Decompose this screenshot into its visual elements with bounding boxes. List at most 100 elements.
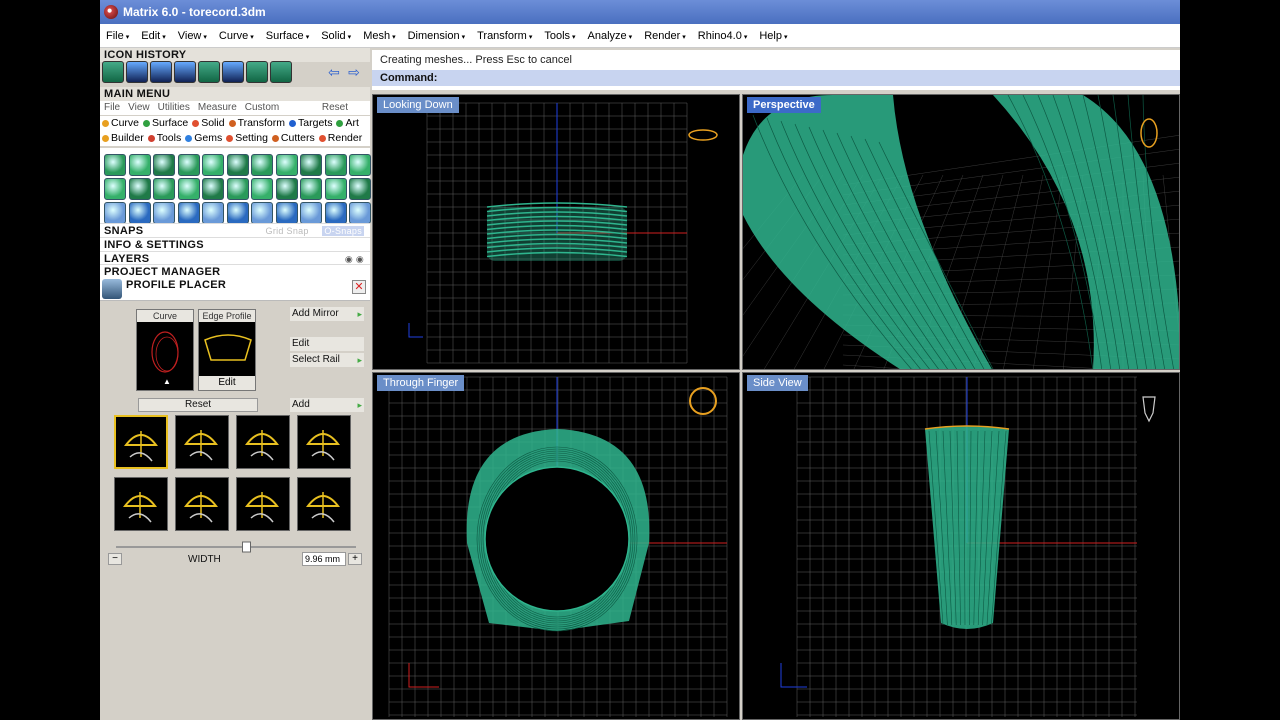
tool-icon[interactable] xyxy=(202,178,224,200)
project-manager-header[interactable]: PROJECT MANAGER xyxy=(100,264,370,278)
tool-icon[interactable] xyxy=(251,154,273,176)
menu-curve[interactable]: Curve xyxy=(219,30,254,42)
history-tool-icon[interactable] xyxy=(126,61,148,83)
tool-icon[interactable] xyxy=(251,202,273,224)
tool-icon[interactable] xyxy=(324,154,347,176)
tool-icon[interactable] xyxy=(153,154,175,176)
tool-icon[interactable] xyxy=(300,154,322,176)
command-line[interactable]: Command: xyxy=(372,70,1180,86)
tool-icon[interactable] xyxy=(275,202,298,224)
category-setting[interactable]: Setting xyxy=(226,131,268,146)
tool-icon[interactable] xyxy=(177,154,200,176)
curve-thumbnail[interactable]: Curve ▲ xyxy=(136,309,194,391)
tool-icon[interactable] xyxy=(177,202,200,224)
main-menu-header[interactable]: MAIN MENU xyxy=(100,87,370,101)
menu-render[interactable]: Render xyxy=(644,30,686,42)
menu-transform[interactable]: Transform xyxy=(477,30,532,42)
profile-direction-option[interactable] xyxy=(236,415,290,469)
submenu-file[interactable]: File xyxy=(104,101,120,115)
width-decrease-button[interactable]: − xyxy=(108,553,122,565)
category-targets[interactable]: Targets xyxy=(289,116,332,131)
tool-icon[interactable] xyxy=(202,202,224,224)
add-button[interactable]: Add xyxy=(290,398,364,412)
category-render[interactable]: Render xyxy=(318,131,362,146)
width-value-field[interactable] xyxy=(302,552,346,566)
history-tool-icon[interactable] xyxy=(246,61,268,83)
tool-icon[interactable] xyxy=(275,154,298,176)
profile-direction-option[interactable] xyxy=(297,415,351,469)
tool-icon[interactable] xyxy=(349,154,371,176)
tool-icon[interactable] xyxy=(349,202,371,224)
tool-icon[interactable] xyxy=(324,178,347,200)
tool-icon[interactable] xyxy=(300,178,322,200)
tool-icon[interactable] xyxy=(226,202,249,224)
profile-direction-option[interactable] xyxy=(114,477,168,531)
menu-help[interactable]: Help xyxy=(759,30,787,42)
profile-direction-option[interactable] xyxy=(175,415,229,469)
layers-header[interactable]: LAYERS ◉ ◉ xyxy=(100,251,370,265)
tool-icon[interactable] xyxy=(128,202,151,224)
history-tool-icon[interactable] xyxy=(198,61,220,83)
profile-direction-option[interactable] xyxy=(114,415,168,469)
edge-profile-thumbnail[interactable]: Edge Profile Edit xyxy=(198,309,256,391)
tool-icon[interactable] xyxy=(104,202,126,224)
width-increase-button[interactable]: + xyxy=(348,553,362,565)
viewport-label[interactable]: Through Finger xyxy=(377,375,465,391)
tool-icon[interactable] xyxy=(128,178,151,200)
reset-button[interactable]: Reset xyxy=(138,398,258,412)
edit-button[interactable]: Edit xyxy=(290,337,364,351)
category-builder[interactable]: Builder xyxy=(102,131,144,146)
submenu-view[interactable]: View xyxy=(128,101,150,115)
edge-profile-edit[interactable]: Edit xyxy=(199,376,255,390)
tool-icon[interactable] xyxy=(104,178,126,200)
profile-direction-option[interactable] xyxy=(236,477,290,531)
profile-direction-option[interactable] xyxy=(175,477,229,531)
menu-dimension[interactable]: Dimension xyxy=(408,30,465,42)
menu-tools[interactable]: Tools xyxy=(544,30,575,42)
menu-solid[interactable]: Solid xyxy=(321,30,351,42)
submenu-utilities[interactable]: Utilities xyxy=(158,101,190,115)
menu-file[interactable]: File xyxy=(106,30,129,42)
tool-icon[interactable] xyxy=(104,154,126,176)
category-gems[interactable]: Gems xyxy=(185,131,222,146)
submenu-custom[interactable]: Custom xyxy=(245,101,279,115)
tool-icon[interactable] xyxy=(275,178,298,200)
category-cutters[interactable]: Cutters xyxy=(271,131,315,146)
category-solid[interactable]: Solid xyxy=(192,116,225,131)
history-tool-icon[interactable] xyxy=(270,61,292,83)
tool-icon[interactable] xyxy=(153,202,175,224)
main-menu-reset[interactable]: Reset xyxy=(322,101,348,115)
tool-icon[interactable] xyxy=(128,154,151,176)
select-rail-button[interactable]: Select Rail xyxy=(290,353,364,367)
menu-edit[interactable]: Edit xyxy=(141,30,165,42)
viewport-label[interactable]: Side View xyxy=(747,375,808,391)
tool-icon[interactable] xyxy=(251,178,273,200)
viewport-perspective[interactable]: Perspective xyxy=(742,94,1180,370)
history-tool-icon[interactable] xyxy=(150,61,172,83)
tool-icon[interactable] xyxy=(226,154,249,176)
viewport-label[interactable]: Perspective xyxy=(747,97,821,113)
tool-icon[interactable] xyxy=(177,178,200,200)
tool-icon[interactable] xyxy=(349,178,371,200)
viewport-side-view[interactable]: Side View xyxy=(742,372,1180,720)
viewport-looking-down[interactable]: Looking Down xyxy=(372,94,740,370)
menu-view[interactable]: View xyxy=(178,30,207,42)
menu-mesh[interactable]: Mesh xyxy=(363,30,395,42)
history-back-icon[interactable]: ⇦ xyxy=(324,63,344,81)
close-icon[interactable]: ✕ xyxy=(352,280,366,294)
history-tool-icon[interactable] xyxy=(102,61,124,83)
grid-snap-toggle[interactable]: Grid Snap xyxy=(266,226,309,236)
tool-icon[interactable] xyxy=(153,178,175,200)
history-forward-icon[interactable]: ⇨ xyxy=(344,63,364,81)
menu-analyze[interactable]: Analyze xyxy=(588,30,633,42)
viewport-through-finger[interactable]: Through Finger xyxy=(372,372,740,720)
history-tool-icon[interactable] xyxy=(222,61,244,83)
submenu-measure[interactable]: Measure xyxy=(198,101,237,115)
tool-icon[interactable] xyxy=(202,154,224,176)
viewport-label[interactable]: Looking Down xyxy=(377,97,459,113)
info-settings-header[interactable]: INFO & SETTINGS xyxy=(100,237,370,251)
osnaps-toggle[interactable]: O-Snaps xyxy=(322,226,364,236)
category-surface[interactable]: Surface xyxy=(143,116,188,131)
tool-icon[interactable] xyxy=(300,202,322,224)
tool-icon[interactable] xyxy=(226,178,249,200)
